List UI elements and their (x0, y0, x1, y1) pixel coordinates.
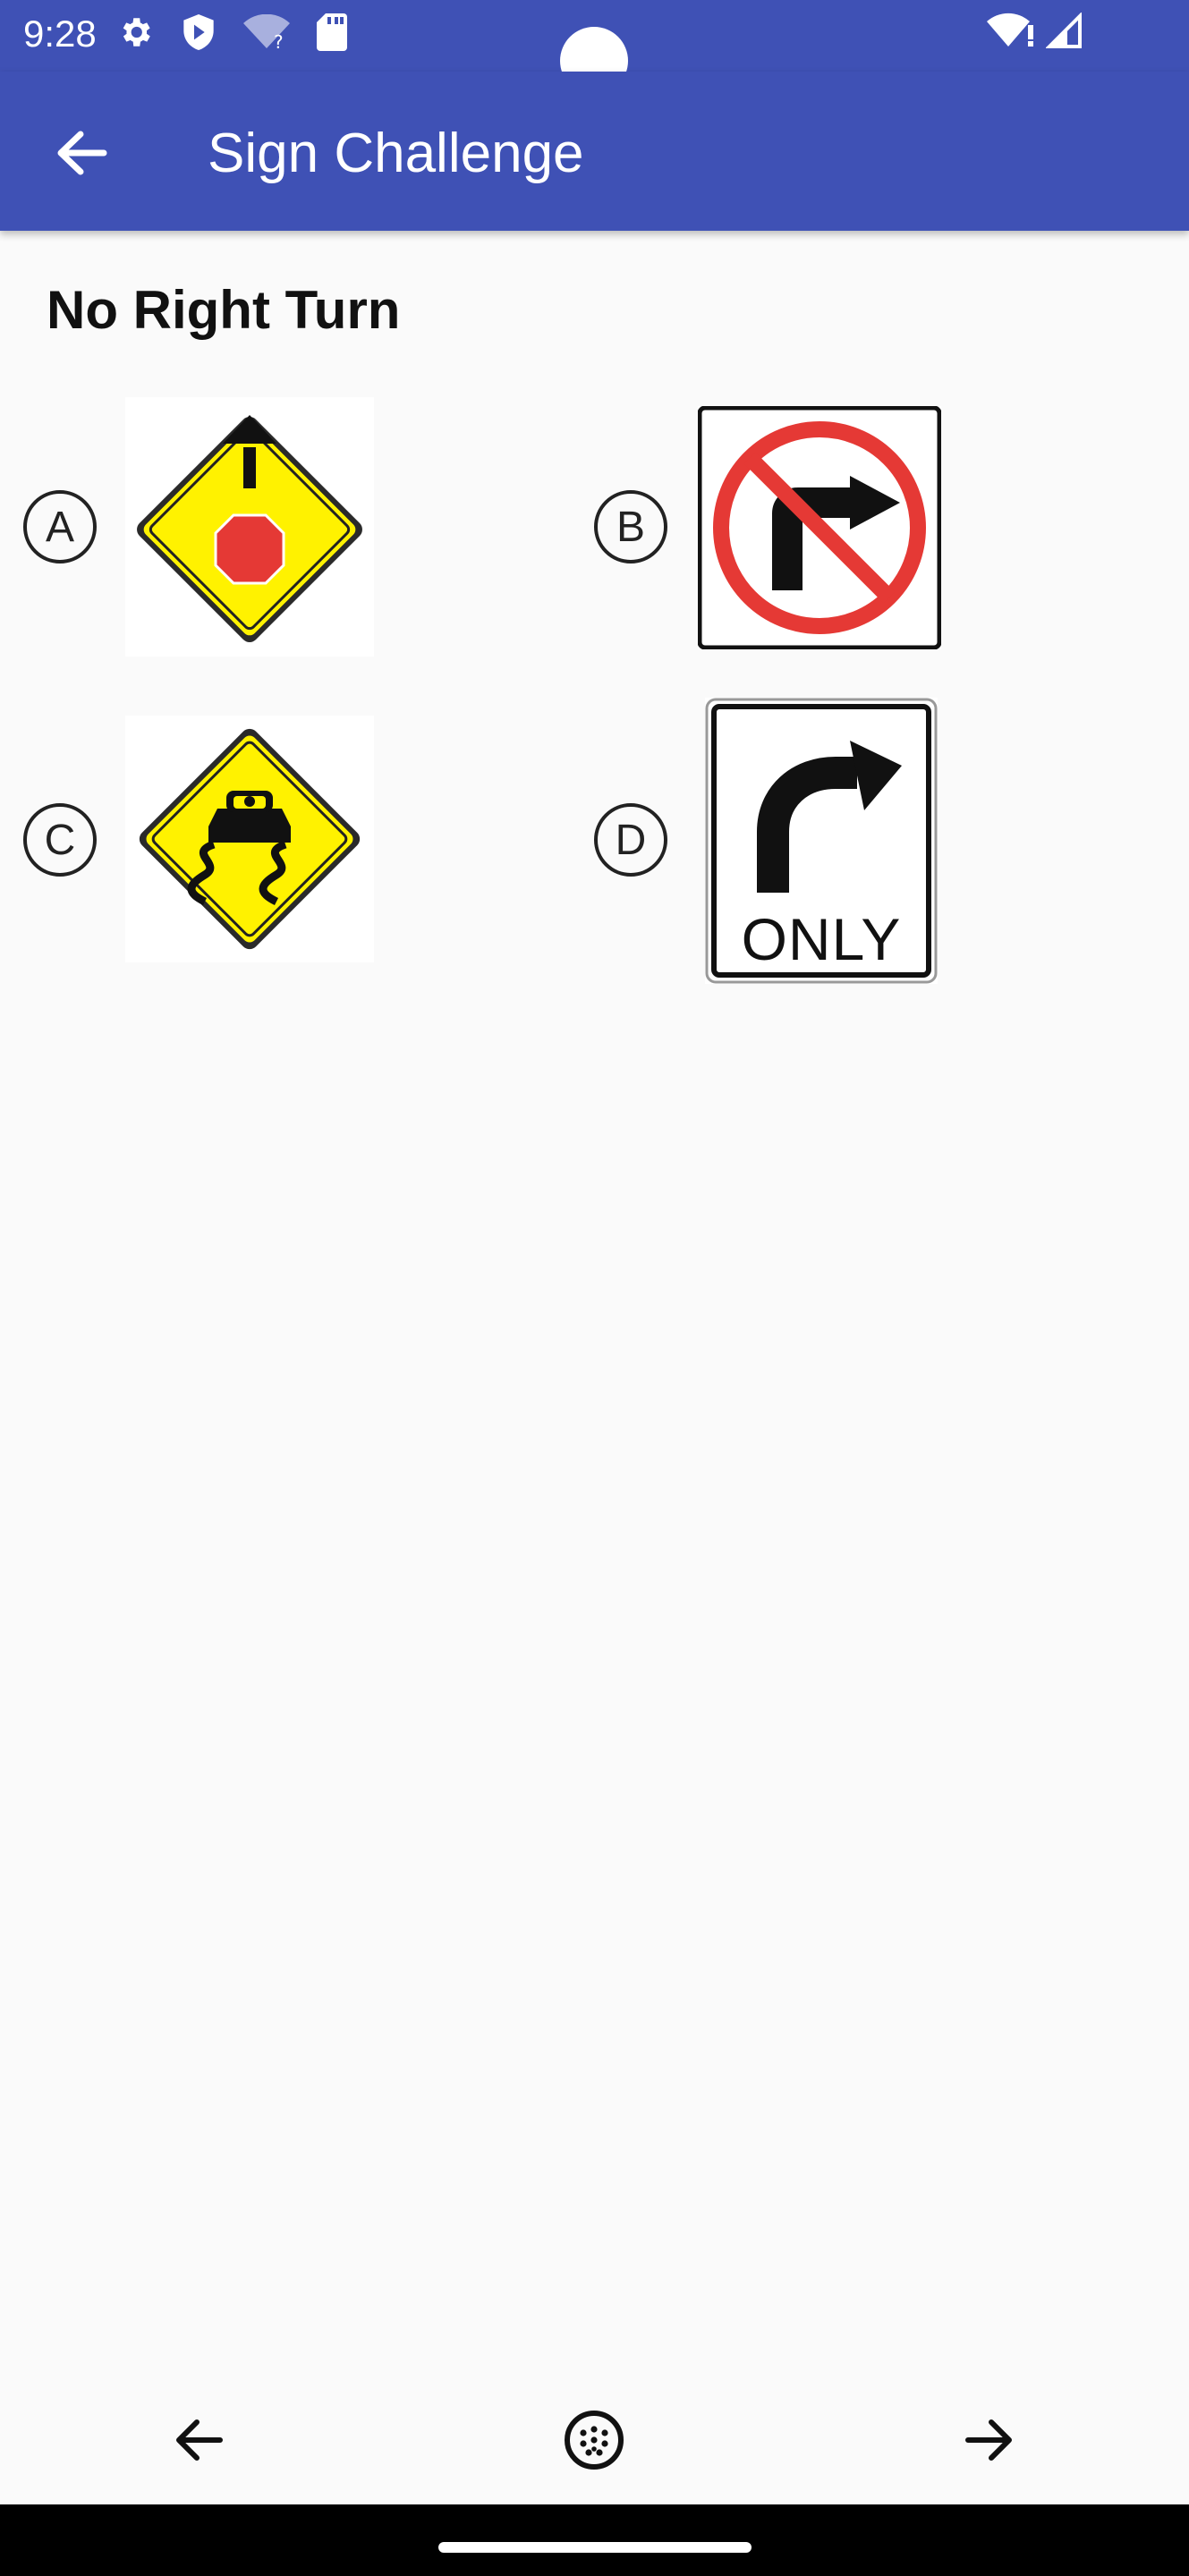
option-letter-a[interactable]: A (23, 490, 97, 564)
page-title: Sign Challenge (208, 123, 584, 184)
back-button[interactable] (50, 123, 113, 186)
home-indicator[interactable] (438, 2542, 752, 2553)
bottom-nav (0, 2379, 1189, 2504)
svg-text:?: ? (274, 31, 284, 50)
slippery-road-sign[interactable] (125, 716, 374, 962)
grid-dots-icon (564, 2410, 624, 2475)
arrow-right-icon (964, 2419, 1015, 2466)
question-text: No Right Turn (47, 280, 401, 340)
wifi-question-icon: ? (243, 13, 290, 55)
status-icons-right (987, 12, 1082, 53)
option-a[interactable]: A (0, 394, 573, 662)
wifi-alert-icon (987, 13, 1035, 53)
right-turn-only-sign[interactable]: ONLY (705, 698, 938, 984)
option-b[interactable]: B (573, 394, 1189, 662)
arrow-left-icon (55, 131, 107, 180)
sd-card-icon (317, 13, 347, 55)
option-c[interactable]: C (0, 707, 573, 975)
status-time: 9:28 (23, 13, 97, 55)
option-letter-d[interactable]: D (594, 803, 667, 877)
home-grid-button[interactable] (558, 2406, 630, 2478)
option-letter-c[interactable]: C (23, 803, 97, 877)
option-d[interactable]: D ONLY (573, 698, 1189, 984)
prev-button[interactable] (163, 2406, 234, 2478)
sign-only-text: ONLY (741, 906, 902, 972)
no-right-turn-sign[interactable] (697, 405, 942, 650)
shield-icon (181, 13, 217, 56)
next-button[interactable] (954, 2406, 1025, 2478)
system-gesture-bar (0, 2504, 1189, 2576)
signal-icon (1045, 12, 1082, 53)
option-letter-b[interactable]: B (594, 490, 667, 564)
status-icons-left: ? (116, 13, 347, 56)
status-bar: 9:28 ? (0, 0, 1189, 95)
stop-ahead-sign[interactable] (125, 397, 374, 657)
app-bar: Sign Challenge (0, 72, 1189, 231)
gear-icon (116, 13, 154, 55)
arrow-left-icon (174, 2419, 224, 2466)
